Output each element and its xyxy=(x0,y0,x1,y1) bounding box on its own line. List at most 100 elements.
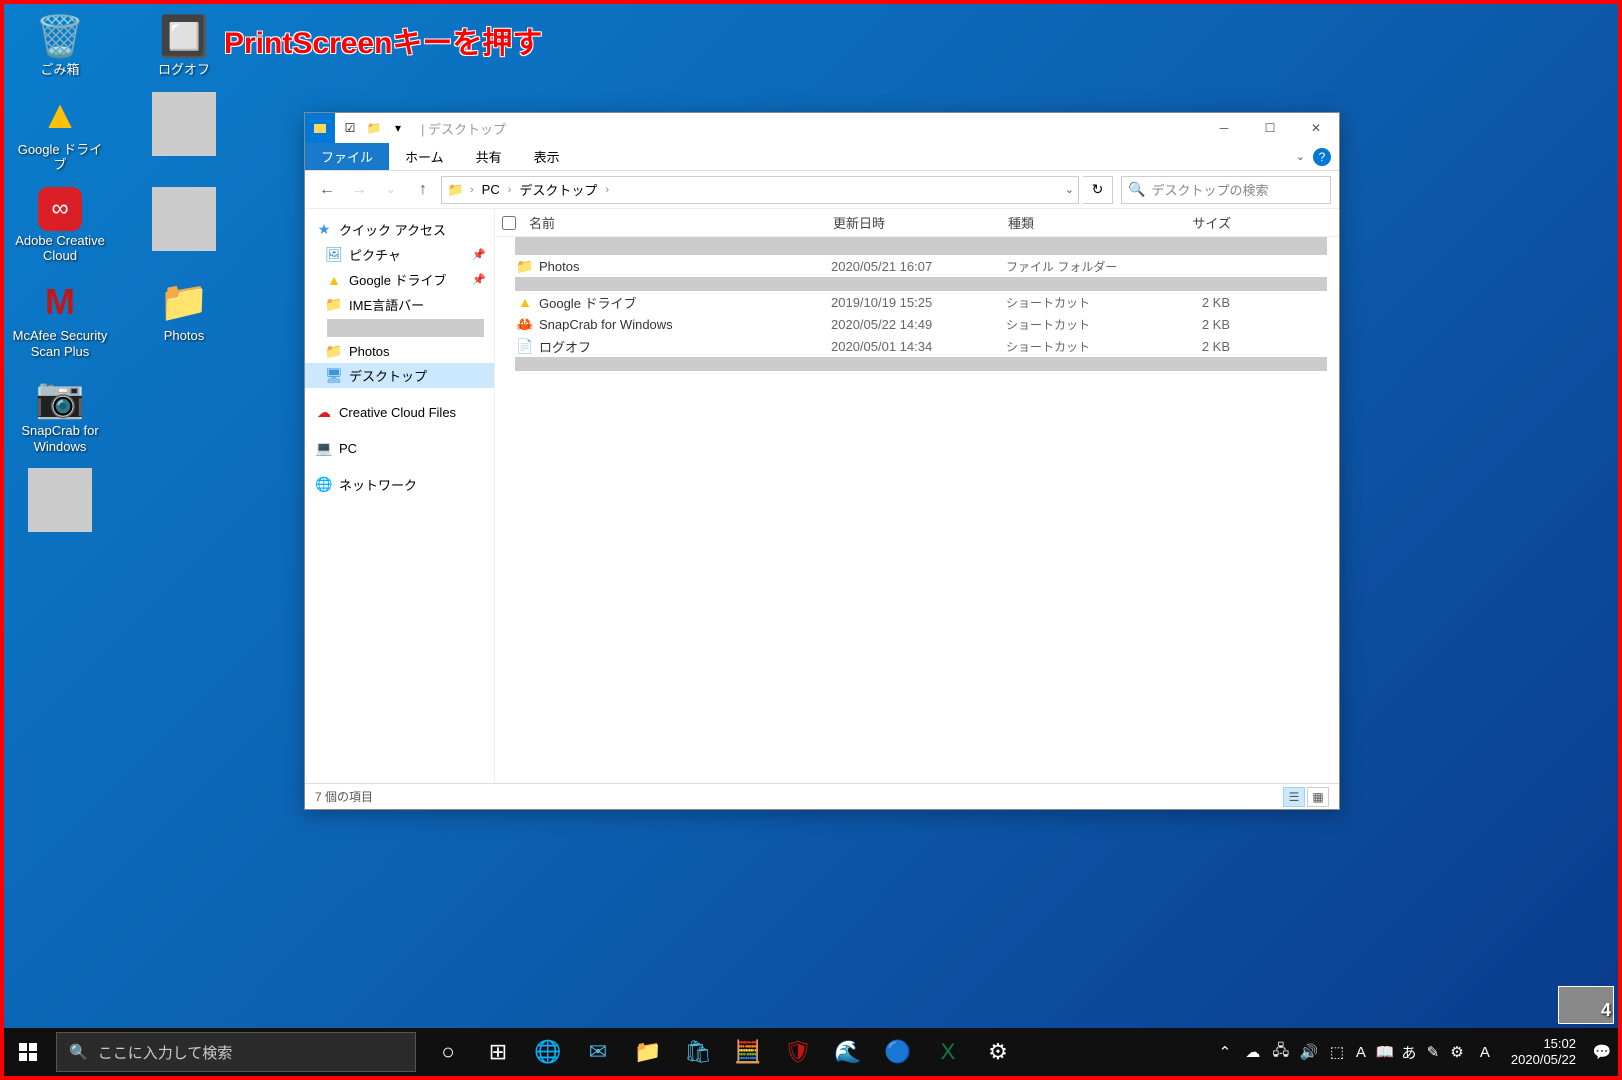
qat-folder-icon[interactable]: 📁 xyxy=(363,117,385,139)
nav-quick-access[interactable]: ★ クイック アクセス xyxy=(305,217,494,242)
nav-label: デスクトップ xyxy=(349,366,427,385)
nav-bar: ← → ⌄ ↑ 📁 › PC › デスクトップ › ⌄ ↻ 🔍 デスクトップの検… xyxy=(305,171,1339,209)
taskbar-app-excel[interactable]: X xyxy=(924,1028,972,1076)
titlebar[interactable]: ☑ 📁 ▾ | デスクトップ ─ ☐ ✕ xyxy=(305,113,1339,143)
ime-toolbar[interactable]: ⬚ A 📖 あ ✎ ⚙ xyxy=(1327,1042,1467,1062)
breadcrumb-current[interactable]: デスクトップ xyxy=(515,180,601,199)
breadcrumb[interactable]: 📁 › PC › デスクトップ › ⌄ xyxy=(441,176,1079,204)
overlay-thumb[interactable]: 4 xyxy=(1558,986,1614,1024)
desktop-icon-placeholder[interactable] xyxy=(136,187,232,264)
column-name-header[interactable]: 名前 xyxy=(523,213,833,232)
ime-indicator[interactable]: A xyxy=(1475,1042,1495,1062)
nav-label: PC xyxy=(339,441,357,456)
view-details-button[interactable]: ☰ xyxy=(1283,787,1305,807)
ime-mode-text[interactable]: A xyxy=(1351,1042,1371,1062)
tray-onedrive-icon[interactable]: ☁ xyxy=(1243,1042,1263,1062)
taskbar-app-explorer[interactable]: 📁 xyxy=(624,1028,672,1076)
file-group-gap xyxy=(515,277,1327,291)
help-icon[interactable]: ? xyxy=(1313,148,1331,166)
nav-google-drive[interactable]: ▲ Google ドライブ 📌 xyxy=(305,267,494,292)
tray-volume-icon[interactable]: 🔊 xyxy=(1299,1042,1319,1062)
desktop-icon-recycle-bin[interactable]: 🗑️ ごみ箱 xyxy=(12,12,108,78)
ime-tool-icon[interactable]: ⬚ xyxy=(1327,1042,1347,1062)
file-row[interactable]: ▲ Google ドライブ 2019/10/19 15:25 ショートカット 2… xyxy=(495,291,1339,313)
ime-settings-icon[interactable]: ⚙ xyxy=(1447,1042,1467,1062)
file-row[interactable]: 🦀 SnapCrab for Windows 2020/05/22 14:49 … xyxy=(495,313,1339,335)
close-button[interactable]: ✕ xyxy=(1293,113,1339,143)
desktop-icon-photos[interactable]: 📁 Photos xyxy=(136,278,232,359)
nav-ime-bar[interactable]: 📁 IME言語バー xyxy=(305,292,494,317)
taskbar-app-chrome[interactable]: 🌐 xyxy=(524,1028,572,1076)
breadcrumb-sep-icon[interactable]: › xyxy=(508,184,512,196)
refresh-button[interactable]: ↻ xyxy=(1083,176,1113,204)
placeholder-icon xyxy=(28,468,92,532)
taskbar-app-edge[interactable]: 🌊 xyxy=(824,1028,872,1076)
nav-creative-cloud[interactable]: ☁ Creative Cloud Files xyxy=(305,400,494,424)
file-row[interactable]: 📁 Photos 2020/05/21 16:07 ファイル フォルダー xyxy=(495,255,1339,277)
breadcrumb-pc[interactable]: PC xyxy=(478,182,504,197)
desktop-icon-snapcrab[interactable]: 📷 SnapCrab for Windows xyxy=(12,373,108,454)
cortana-button[interactable]: ○ xyxy=(424,1028,472,1076)
desktop-icon-adobe-cc[interactable]: ∞ Adobe Creative Cloud xyxy=(12,187,108,264)
action-center-button[interactable]: 💬 xyxy=(1592,1042,1612,1062)
ribbon-tab-view[interactable]: 表示 xyxy=(518,143,576,170)
start-button[interactable] xyxy=(4,1028,52,1076)
view-large-icons-button[interactable]: ▦ xyxy=(1307,787,1329,807)
back-button[interactable]: ← xyxy=(313,176,341,204)
taskbar-app-generic[interactable]: 🔵 xyxy=(874,1028,922,1076)
taskbar-clock[interactable]: 15:02 2020/05/22 xyxy=(1503,1036,1584,1067)
desktop-icon-label: ログオフ xyxy=(158,62,210,78)
adobe-cc-icon: ∞ xyxy=(38,187,82,231)
select-all-checkbox[interactable] xyxy=(502,216,516,230)
desktop-icon-logoff[interactable]: 🔲 ログオフ xyxy=(136,12,232,78)
task-view-button[interactable]: ⊞ xyxy=(474,1028,522,1076)
taskbar-app-calculator[interactable]: 🧮 xyxy=(724,1028,772,1076)
qat-properties-icon[interactable]: ☑ xyxy=(339,117,361,139)
ribbon-tab-share[interactable]: 共有 xyxy=(460,143,518,170)
ime-kana-icon[interactable]: あ xyxy=(1399,1042,1419,1062)
up-button[interactable]: ↑ xyxy=(409,176,437,204)
file-date: 2020/05/21 16:07 xyxy=(831,259,1006,274)
file-row[interactable]: 📄 ログオフ 2020/05/01 14:34 ショートカット 2 KB xyxy=(495,335,1339,357)
breadcrumb-sep-icon[interactable]: › xyxy=(605,184,609,196)
ribbon-tab-home[interactable]: ホーム xyxy=(389,143,460,170)
nav-photos[interactable]: 📁 Photos xyxy=(305,339,494,363)
column-type-header[interactable]: 種類 xyxy=(1008,213,1148,232)
forward-button[interactable]: → xyxy=(345,176,373,204)
tray-overflow-icon[interactable]: ⌃ xyxy=(1215,1042,1235,1062)
column-size-header[interactable]: サイズ xyxy=(1148,213,1248,232)
nav-pc[interactable]: 💻 PC xyxy=(305,436,494,460)
taskbar-app-store[interactable]: 🛍 xyxy=(674,1028,722,1076)
taskbar-search[interactable]: 🔍 ここに入力して検索 xyxy=(56,1032,416,1072)
explorer-app-icon xyxy=(305,113,335,143)
breadcrumb-dropdown-icon[interactable]: ⌄ xyxy=(1065,183,1074,196)
minimize-button[interactable]: ─ xyxy=(1201,113,1247,143)
column-date-header[interactable]: 更新日時 xyxy=(833,213,1008,232)
nav-network[interactable]: 🌐 ネットワーク xyxy=(305,472,494,497)
taskbar-app-mcafee[interactable]: 🛡 xyxy=(774,1028,822,1076)
desktop-icon-placeholder[interactable] xyxy=(136,92,232,173)
breadcrumb-sep-icon[interactable]: › xyxy=(470,184,474,196)
search-icon: 🔍 xyxy=(69,1043,88,1061)
file-date: 2020/05/01 14:34 xyxy=(831,339,1006,354)
nav-desktop[interactable]: 🖥 デスクトップ xyxy=(305,363,494,388)
shortcut-icon: 🦀 xyxy=(515,316,535,333)
desktop-icon-mcafee[interactable]: M McAfee Security Scan Plus xyxy=(12,278,108,359)
file-group-gap xyxy=(515,237,1327,255)
desktop-icon-placeholder[interactable] xyxy=(12,468,108,532)
tray-network-icon[interactable]: 🖧 xyxy=(1271,1042,1291,1062)
ribbon-expand-icon[interactable]: ⌄ xyxy=(1296,150,1305,163)
maximize-button[interactable]: ☐ xyxy=(1247,113,1293,143)
taskbar-app-mail[interactable]: ✉ xyxy=(574,1028,622,1076)
ime-dict-icon[interactable]: 📖 xyxy=(1375,1042,1395,1062)
taskbar-app-settings[interactable]: ⚙ xyxy=(974,1028,1022,1076)
snapcrab-overlay[interactable]: 4 xyxy=(1558,986,1614,1024)
ribbon-tab-file[interactable]: ファイル xyxy=(305,143,389,170)
recent-dropdown[interactable]: ⌄ xyxy=(377,176,405,204)
desktop-icon-google-drive[interactable]: ▲ Google ドライブ xyxy=(12,92,108,173)
nav-pictures[interactable]: 🖼 ピクチャ 📌 xyxy=(305,242,494,267)
ime-pad-icon[interactable]: ✎ xyxy=(1423,1042,1443,1062)
search-box[interactable]: 🔍 デスクトップの検索 xyxy=(1121,176,1331,204)
qat-dropdown-icon[interactable]: ▾ xyxy=(387,117,409,139)
mcafee-icon: M xyxy=(36,278,84,326)
